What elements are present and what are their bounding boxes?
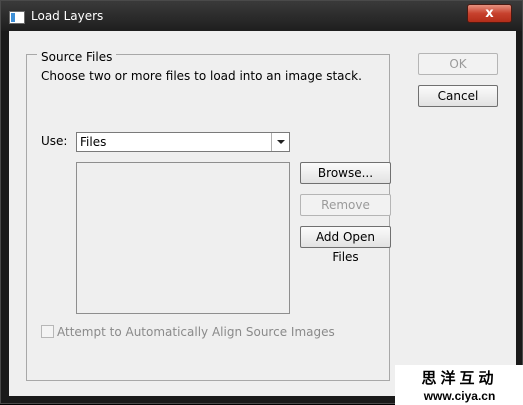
ok-button[interactable]: OK — [418, 53, 498, 75]
file-list[interactable] — [76, 162, 290, 314]
remove-button[interactable]: Remove — [300, 194, 391, 216]
watermark: 思洋互动 www.ciya.cn — [395, 365, 523, 405]
align-option[interactable]: Attempt to Automatically Align Source Im… — [41, 325, 335, 339]
title-bar[interactable]: Load Layers x — [1, 1, 522, 31]
use-label: Use: — [41, 134, 68, 148]
source-files-description: Choose two or more files to load into an… — [41, 69, 362, 83]
dialog-body: Source Files Choose two or more files to… — [9, 31, 516, 396]
align-checkbox[interactable] — [41, 325, 54, 338]
cancel-button[interactable]: Cancel — [418, 85, 498, 107]
add-open-files-button[interactable]: Add Open Files — [300, 226, 391, 264]
use-dropdown[interactable]: Files — [76, 132, 290, 152]
load-layers-dialog: Load Layers x Source Files Choose two or… — [0, 0, 523, 405]
watermark-text: 思洋互动 — [421, 369, 498, 387]
close-button[interactable]: x — [467, 4, 512, 23]
align-checkbox-label: Attempt to Automatically Align Source Im… — [57, 325, 335, 339]
watermark-url: www.ciya.cn — [423, 389, 496, 403]
chevron-down-icon[interactable] — [271, 133, 289, 151]
source-files-legend: Source Files — [37, 50, 117, 64]
app-icon — [9, 11, 25, 24]
browse-button[interactable]: Browse... — [300, 162, 391, 184]
use-dropdown-value: Files — [80, 135, 107, 149]
window-title: Load Layers — [31, 9, 104, 23]
